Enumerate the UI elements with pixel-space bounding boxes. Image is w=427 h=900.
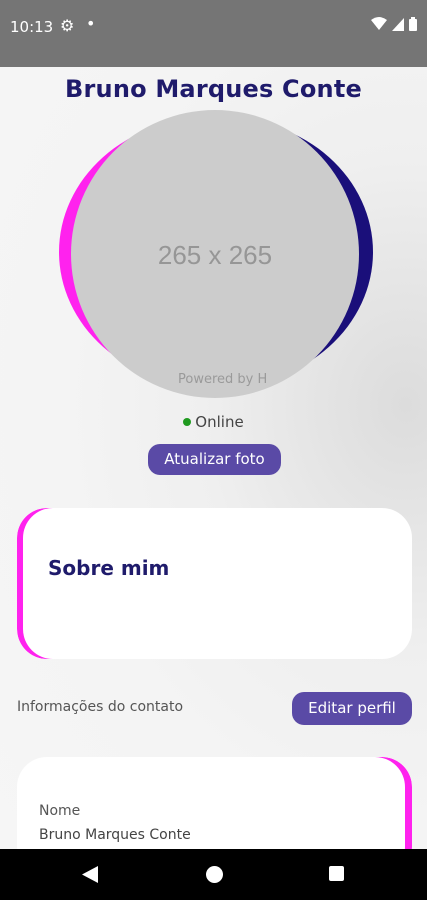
profile-name: Bruno Marques Conte bbox=[65, 75, 362, 103]
status-time: 10:13 bbox=[10, 18, 54, 36]
battery-icon bbox=[409, 17, 417, 31]
notification-dot-icon: • bbox=[86, 14, 96, 33]
online-status: Online bbox=[0, 413, 427, 431]
back-icon[interactable] bbox=[82, 866, 98, 883]
name-field-label: Nome bbox=[39, 803, 81, 819]
navigation-bar bbox=[0, 849, 427, 900]
avatar-image: 265 x 265 Powered by H bbox=[71, 110, 359, 398]
avatar-placeholder-text: 265 x 265 bbox=[157, 240, 273, 270]
name-field-value: Bruno Marques Conte bbox=[39, 827, 191, 843]
wifi-icon bbox=[371, 17, 387, 30]
about-card: Sobre mim bbox=[17, 508, 412, 659]
avatar-watermark: Powered by H bbox=[178, 372, 268, 387]
home-icon[interactable] bbox=[206, 866, 223, 883]
avatar: 265 x 265 Powered by H bbox=[55, 110, 375, 400]
contact-section-label: Informações do contato bbox=[17, 699, 184, 715]
update-photo-button[interactable]: Atualizar foto bbox=[148, 444, 281, 475]
online-dot-icon bbox=[183, 417, 192, 426]
about-title: Sobre mim bbox=[48, 556, 170, 580]
settings-gear-icon: ⚙ bbox=[60, 16, 75, 35]
recent-apps-icon[interactable] bbox=[329, 866, 344, 881]
signal-icon bbox=[392, 17, 404, 31]
status-icons bbox=[371, 17, 417, 31]
edit-profile-button[interactable]: Editar perfil bbox=[292, 692, 412, 725]
online-status-label: Online bbox=[195, 413, 244, 431]
status-bar: 10:13 ⚙ • bbox=[0, 0, 427, 67]
